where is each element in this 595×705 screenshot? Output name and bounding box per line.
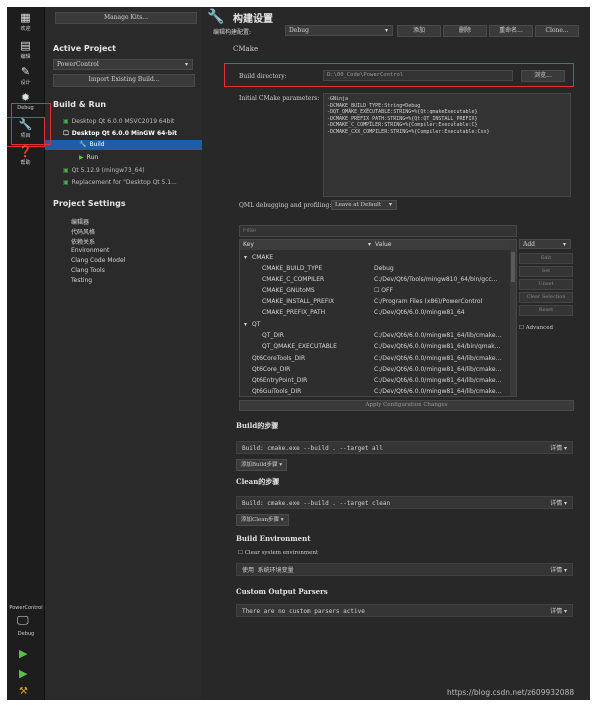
column-header-value[interactable]: Value [373, 240, 511, 250]
add-build-step-button[interactable]: 添加Build步骤 ▾ [236, 459, 288, 471]
cmake-section-title: CMake [233, 45, 259, 53]
settings-item-code-style[interactable]: 代码风格 [71, 227, 95, 236]
build-step-row[interactable]: Build: cmake.exe --build . --target all … [236, 441, 573, 454]
kit-msvc2019[interactable]: ▣ Desktop Qt 6.0.0 MSVC2019 64bit [63, 118, 174, 125]
build-config-combo[interactable]: Debug ▾ [285, 25, 393, 36]
table-scrollbar[interactable] [510, 240, 516, 396]
clean-steps-header: Clean的步骤 [236, 477, 280, 486]
active-project-combo[interactable]: PowerControl ▾ [53, 59, 193, 70]
custom-parsers-row[interactable]: There are no custom parsers active 详情 ▾ [236, 604, 573, 617]
clear-selection-button[interactable]: Clear Selection [519, 292, 573, 303]
chevron-down-icon: ▾ [384, 27, 388, 34]
build-run-header: Build & Run [53, 100, 107, 109]
projects-left-panel: Manage Kits... Active Project PowerContr… [45, 7, 202, 700]
initial-params-textarea[interactable]: -GNinja -DCMAKE_BUILD_TYPE:String=Debug … [323, 93, 571, 197]
help-icon: ❓ [18, 145, 33, 158]
add-config-button[interactable]: 添加 [397, 25, 441, 37]
initial-params-label: Initial CMake parameters: [239, 95, 320, 102]
edit-config-label: 编辑构建配置: [213, 29, 252, 36]
highlight-box [11, 103, 51, 145]
doc-icon: ▤ [20, 39, 31, 52]
selected-highlight [45, 140, 202, 150]
settings-item-environment[interactable]: Environment [71, 247, 109, 254]
debug-run-icon[interactable]: ▶ [19, 667, 27, 680]
details-toggle[interactable]: 详情 ▾ [550, 605, 567, 618]
clear-env-checkbox[interactable]: ☐ Clear system environment [238, 550, 318, 556]
details-toggle[interactable]: 详情 ▾ [550, 442, 567, 455]
kit-mingw-active[interactable]: 🖵 Desktop Qt 6.0.0 MinGW 64-bit [63, 130, 177, 138]
custom-parsers-header: Custom Output Parsers [236, 587, 328, 596]
settings-item-testing[interactable]: Testing [71, 277, 92, 284]
kit-replacement[interactable]: ▣ Replacement for "Desktop Qt 5.1... [63, 179, 177, 186]
expand-arrow-icon: ▾ [244, 254, 248, 261]
project-settings-header: Project Settings [53, 199, 126, 208]
filter-input[interactable] [239, 225, 517, 237]
grid-icon: ▦ [20, 11, 31, 24]
run-icon: ▶ [79, 154, 84, 161]
clone-config-button[interactable]: Clone... [535, 25, 579, 37]
kit-icon: ▣ [63, 118, 69, 125]
use-env-row[interactable]: 使用 系统环境变量 详情 ▾ [236, 563, 573, 576]
mode-design[interactable]: ✎ 设计 [7, 65, 44, 93]
kit-icon: ▣ [63, 179, 69, 186]
kit-qt5129[interactable]: ▣ Qt 5.12.9 (mingw73_64) [63, 167, 145, 174]
cmake-variables-table[interactable]: Key ▾ Value ▾ CMAKE CMAKE_BUILD_TYPE Debug… [239, 239, 517, 397]
edit-button[interactable]: Edit [519, 253, 573, 264]
settings-item-clang-tools[interactable]: Clang Tools [71, 267, 105, 274]
kit-build-item[interactable]: 🔧 Build [79, 141, 105, 148]
manage-kits-button[interactable]: Manage Kits... [55, 12, 197, 24]
qml-debug-label: QML debugging and profiling: [239, 202, 332, 209]
advanced-checkbox[interactable]: ☐ Advanced [519, 325, 553, 331]
watermark-text: https://blog.csdn.net/z609932088 [447, 688, 575, 697]
add-variable-menu[interactable]: Add ▾ [519, 239, 571, 249]
rename-config-button[interactable]: 重命名... [489, 25, 533, 37]
page-title: 构建设置 [233, 14, 273, 25]
mode-welcome[interactable]: ▦ 欢迎 [7, 11, 44, 39]
build-dir-field[interactable]: D:\00_Code\PowerControl [323, 70, 513, 81]
wrench-icon: 🔧 [79, 141, 87, 148]
qt-creator-window: ▦ 欢迎 ▤ 编辑 ✎ 设计 ✹ Debug 🔧 项目 ❓ 帮助 PowerCo… [7, 7, 590, 700]
build-steps-header: Build的步骤 [236, 421, 279, 430]
details-toggle[interactable]: 详情 ▾ [550, 497, 567, 510]
chevron-down-icon: ▾ [388, 201, 392, 208]
monitor-icon: 🖵 [63, 130, 69, 137]
mode-help[interactable]: ❓ 帮助 [7, 145, 44, 173]
expand-arrow-icon: ▾ [244, 321, 248, 328]
scrollbar-thumb[interactable] [511, 252, 515, 282]
unset-button[interactable]: Unset [519, 279, 573, 290]
browse-button[interactable]: 浏览... [521, 70, 565, 82]
pen-icon: ✎ [20, 65, 31, 78]
set-button[interactable]: Set [519, 266, 573, 277]
qml-debug-combo[interactable]: Leave at Default ▾ [331, 200, 397, 210]
wrench-icon: 🔧 [207, 9, 225, 25]
kit-run-item[interactable]: ▶ Run [79, 154, 98, 161]
delete-config-button[interactable]: 删除 [443, 25, 487, 37]
chevron-down-icon: ▾ [562, 241, 566, 248]
kit-icon: ▣ [63, 167, 69, 174]
checkbox[interactable]: ☐ OFF [374, 285, 393, 296]
build-dir-label: Build directory: [239, 73, 287, 80]
build-hammer-icon[interactable]: ⚒ [19, 686, 28, 697]
build-environment-header: Build Environment [236, 534, 311, 543]
settings-item-clang-code-model[interactable]: Clang Code Model [71, 257, 125, 264]
chevron-down-icon: ▾ [184, 61, 188, 68]
import-existing-build-button[interactable]: Import Existing Build... [53, 74, 195, 87]
details-toggle[interactable]: 详情 ▾ [550, 564, 567, 577]
active-project-header: Active Project [53, 44, 116, 53]
add-clean-step-button[interactable]: 添加Clean步骤 ▾ [236, 514, 289, 526]
apply-config-button[interactable]: Apply Configuration Changes [239, 400, 574, 411]
settings-item-editor[interactable]: 编辑器 [71, 217, 89, 226]
kit-selector-config[interactable]: Debug [9, 631, 43, 637]
column-header-key[interactable]: Key ▾ [240, 240, 375, 250]
mode-edit[interactable]: ▤ 编辑 [7, 39, 44, 67]
reset-button[interactable]: Reset [519, 305, 573, 316]
run-icon[interactable]: ▶ [19, 647, 27, 660]
kit-selector-project[interactable]: PowerControl [9, 605, 43, 611]
settings-item-dependencies[interactable]: 依赖关系 [71, 237, 95, 246]
monitor-icon[interactable]: 🖵 [17, 613, 29, 628]
build-settings-panel: 🔧 构建设置 编辑构建配置: Debug ▾ 添加 删除 重命名... Clon… [203, 7, 590, 700]
sort-down-icon: ▾ [367, 241, 371, 248]
clean-step-row[interactable]: Build: cmake.exe --build . --target clea… [236, 496, 573, 509]
